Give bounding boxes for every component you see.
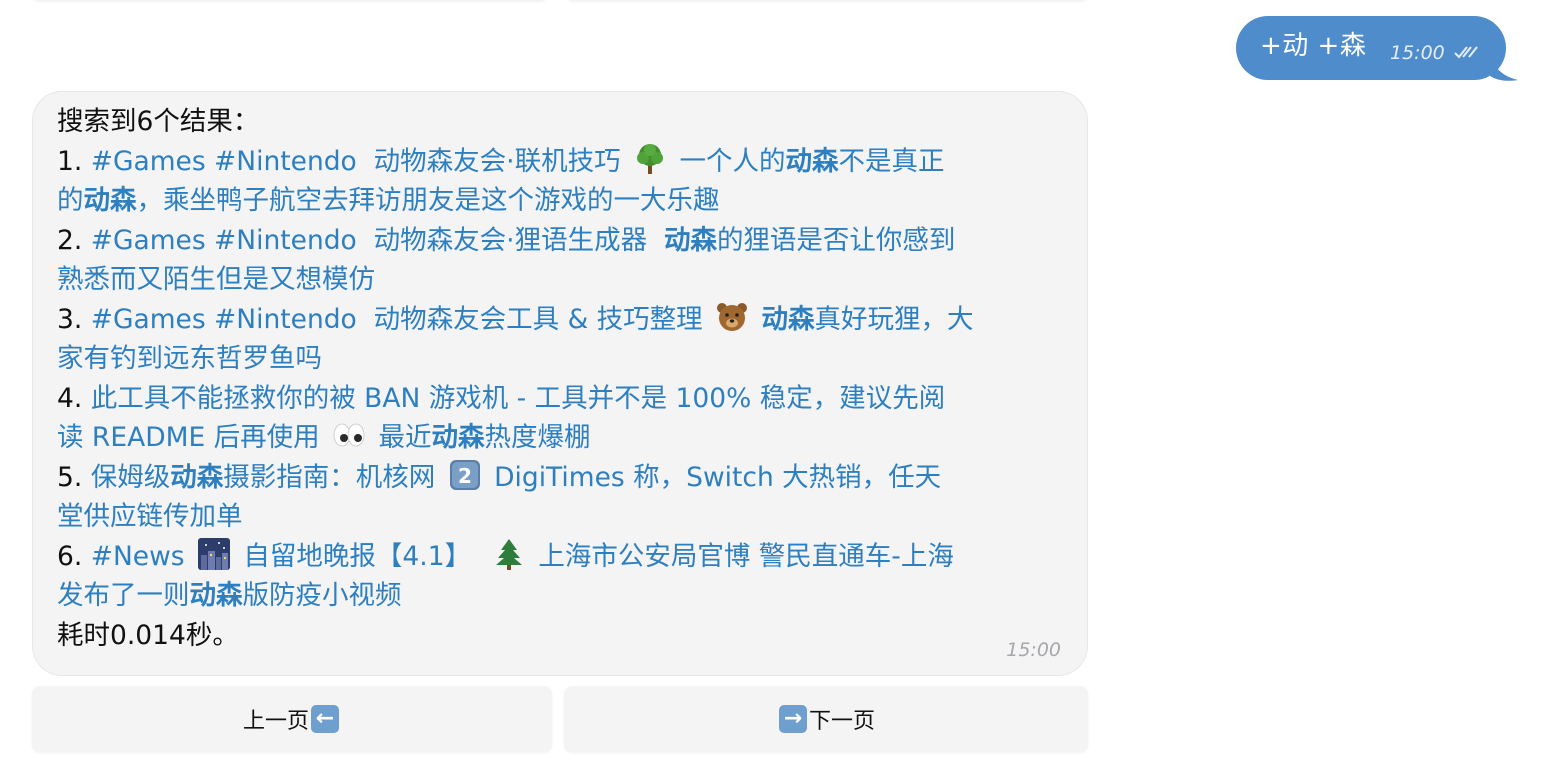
right-arrow-icon: → — [778, 705, 807, 733]
incoming-message-bubble[interactable]: 搜索到6个结果： 1. #Games #Nintendo 动物森友会·联机技巧 … — [32, 91, 1088, 676]
result-item-2: 2. #Games #Nintendo 动物森友会·狸语生成器 动森的狸语是否让… — [57, 221, 1067, 261]
keyword-highlight: 动森 — [170, 461, 224, 493]
previous-keyboard-button-left[interactable] — [32, 0, 548, 1]
incoming-message-time: 15:00 — [1006, 639, 1061, 661]
result-item-1: 1. #Games #Nintendo 动物森友会·联机技巧 一个人的动森不是真… — [57, 142, 1067, 182]
result-channel-link[interactable]: 此工具不能拯救你的被 BAN 游戏机 - 工具并不是 100% 稳定，建议先阅 — [91, 383, 946, 414]
snippet-text: 发布了一则 — [57, 580, 190, 611]
result-number: 3. — [57, 303, 83, 335]
tree-icon — [637, 143, 664, 174]
result-channel-link[interactable]: 动物森友会工具 & 技巧整理 — [374, 304, 703, 335]
night-city-icon — [197, 537, 230, 570]
results-header: 搜索到6个结果： — [57, 106, 260, 137]
result-number: 5. — [57, 461, 83, 493]
keyword-highlight: 动森 — [431, 422, 485, 453]
outgoing-message-time: 15:00 — [1390, 42, 1445, 64]
result-channel-link[interactable]: 动物森友会·狸语生成器 — [374, 225, 647, 256]
result-number: 6. — [57, 540, 83, 572]
keyword-highlight: 动森 — [761, 303, 815, 335]
snippet-text: 版防疫小视频 — [242, 580, 402, 611]
result-snippet-link[interactable]: 的动森，乘坐鸭子航空去拜访朋友是这个游戏的一大乐趣 — [57, 185, 720, 216]
result-item-2-cont: 熟悉而又陌生但是又想模仿 — [57, 260, 1067, 300]
result-channel-link[interactable]: 读 README 后再使用 — [57, 422, 320, 453]
chat-window: +动 +森 15:00 搜索到6个结果： 1. #Games #Nintendo… — [0, 0, 1554, 782]
bear-icon — [717, 302, 748, 331]
result-tags-link[interactable]: #Games #Nintendo — [91, 304, 357, 335]
eyes-icon — [333, 423, 365, 447]
outgoing-bubble-tail — [1490, 54, 1518, 81]
search-results-text: 搜索到6个结果： 1. #Games #Nintendo 动物森友会·联机技巧 … — [57, 102, 1067, 655]
snippet-text: 最近 — [378, 422, 432, 453]
evergreen-tree-icon — [495, 538, 522, 570]
previous-page-label: 上一页 — [242, 709, 309, 734]
result-item-3: 3. #Games #Nintendo 动物森友会工具 & 技巧整理 动森真好玩… — [57, 300, 1067, 340]
snippet-text: 一个人的 — [679, 145, 786, 177]
double-check-icon — [1454, 46, 1478, 59]
result-number: 4. — [57, 382, 83, 414]
result-item-1-cont: 的动森，乘坐鸭子航空去拜访朋友是这个游戏的一大乐趣 — [57, 181, 1067, 221]
result-item-3-cont: 家有钓到远东哲罗鱼吗 — [57, 339, 1067, 379]
snippet-text: 的 — [57, 185, 84, 216]
result-channel-link[interactable]: 动物森友会·联机技巧 — [374, 146, 621, 177]
keycap-2-icon: 2 — [449, 459, 480, 490]
result-channel-link[interactable]: 保姆级动森摄影指南：机核网 — [91, 462, 436, 493]
results-footer: 耗时0.014秒。 — [57, 619, 239, 651]
outgoing-message-bubble[interactable]: +动 +森 15:00 — [1236, 16, 1506, 80]
snippet-text: 不是真正 — [838, 145, 945, 177]
result-number: 2. — [57, 224, 83, 256]
snippet-text: 热度爆棚 — [484, 422, 591, 453]
previous-keyboard-button-right[interactable] — [566, 0, 1088, 1]
keyword-highlight: 动森 — [663, 224, 717, 256]
next-page-button[interactable]: → 下一页 — [564, 686, 1088, 752]
result-item-5-cont: 堂供应链传加单 — [57, 497, 1067, 537]
result-item-6-cont: 发布了一则动森版防疫小视频 — [57, 576, 1067, 616]
result-tags-link[interactable]: #Games #Nintendo — [91, 225, 357, 256]
result-snippet-link[interactable]: 一个人的动森不是真正 — [679, 146, 944, 177]
result-snippet-link[interactable]: 家有钓到远东哲罗鱼吗 — [57, 343, 322, 374]
result-snippet-link[interactable]: 动森的狸语是否让你感到 — [664, 225, 956, 256]
keyword-highlight: 动森 — [785, 145, 839, 177]
keyword-highlight: 动森 — [189, 580, 243, 611]
keyword-highlight: 动森 — [83, 185, 137, 216]
result-snippet-link[interactable]: DigiTimes 称，Switch 大热销，任天 — [494, 462, 941, 493]
result-channel-link[interactable]: 自留地晚报【4.1】 — [243, 541, 471, 572]
snippet-text: ，乘坐鸭子航空去拜访朋友是这个游戏的一大乐趣 — [136, 185, 720, 216]
result-number: 1. — [57, 145, 83, 177]
snippet-text: 保姆级 — [90, 461, 171, 493]
snippet-text: 的狸语是否让你感到 — [716, 224, 956, 256]
result-item-4-cont: 读 README 后再使用 最近动森热度爆棚 — [57, 418, 1067, 458]
result-item-4: 4. 此工具不能拯救你的被 BAN 游戏机 - 工具并不是 100% 稳定，建议… — [57, 379, 1067, 419]
result-tags-link[interactable]: #News — [91, 541, 185, 572]
snippet-text: 摄影指南：机核网 — [223, 461, 436, 493]
outgoing-message-text: +动 +森 — [1260, 31, 1367, 61]
svg-text:2: 2 — [458, 464, 472, 488]
result-snippet-link[interactable]: 上海市公安局官博 警民直通车-上海 — [538, 541, 954, 572]
outgoing-message-meta: 15:00 — [1390, 42, 1483, 64]
snippet-text: 真好玩狸，大 — [814, 303, 974, 335]
previous-page-button[interactable]: 上一页 ← — [32, 686, 552, 752]
result-item-6: 6. #News 自留地晚报【4.1】 上海市公安局官博 警民直通车-上海 — [57, 537, 1067, 577]
next-page-label: 下一页 — [808, 709, 875, 734]
result-tags-link[interactable]: #Games #Nintendo — [91, 146, 357, 177]
result-snippet-link[interactable]: 发布了一则动森版防疫小视频 — [57, 580, 402, 611]
result-snippet-link[interactable]: 堂供应链传加单 — [57, 501, 243, 532]
result-snippet-link[interactable]: 熟悉而又陌生但是又想模仿 — [57, 264, 375, 295]
result-item-5: 5. 保姆级动森摄影指南：机核网 2 DigiTimes 称，Switch 大热… — [57, 458, 1067, 498]
result-snippet-link[interactable]: 动森真好玩狸，大 — [762, 304, 974, 335]
result-snippet-link[interactable]: 最近动森热度爆棚 — [379, 422, 591, 453]
left-arrow-icon: ← — [311, 705, 339, 733]
